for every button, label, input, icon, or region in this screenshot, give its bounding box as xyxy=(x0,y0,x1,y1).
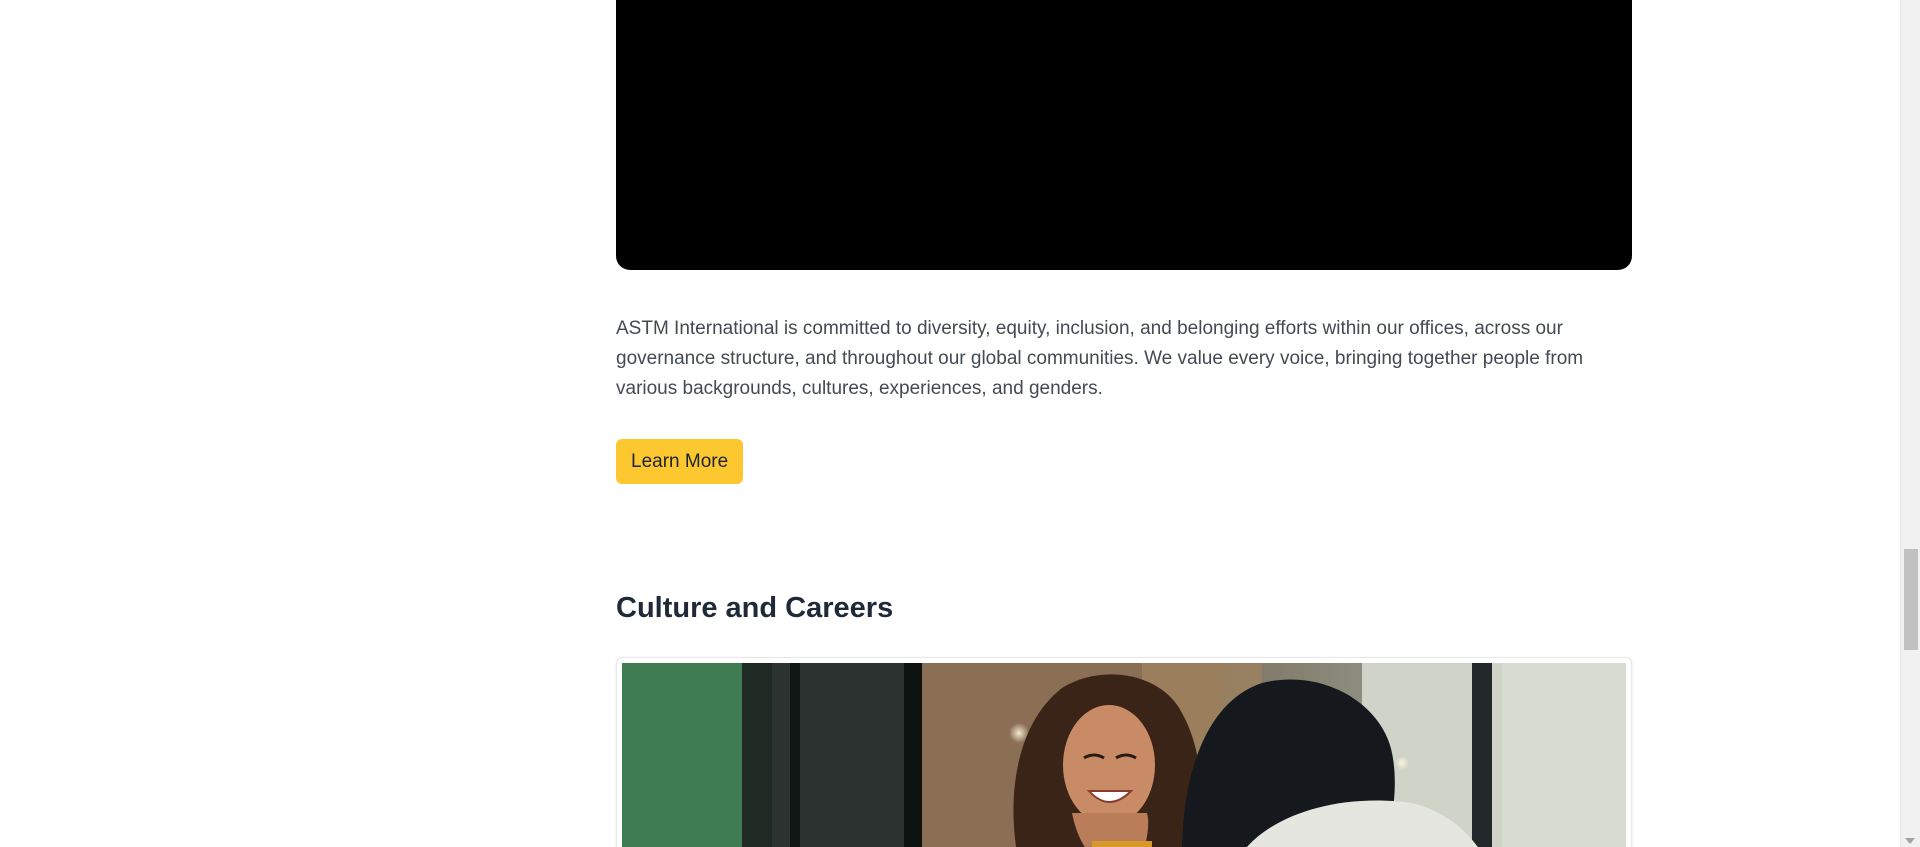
learn-more-button[interactable]: Learn More xyxy=(616,439,744,484)
culture-careers-photo xyxy=(622,663,1626,847)
culture-careers-card[interactable] xyxy=(616,657,1632,847)
culture-careers-heading: Culture and Careers xyxy=(616,592,894,624)
page-viewport: ASTM International is committed to diver… xyxy=(0,0,1920,847)
scrollbar-thumb[interactable] xyxy=(1904,549,1918,650)
scroll-down-arrow-icon[interactable] xyxy=(1905,838,1915,844)
diversity-intro-text: ASTM International is committed to diver… xyxy=(616,318,1584,399)
video-player[interactable] xyxy=(616,0,1632,270)
vertical-scrollbar[interactable] xyxy=(1900,0,1920,847)
